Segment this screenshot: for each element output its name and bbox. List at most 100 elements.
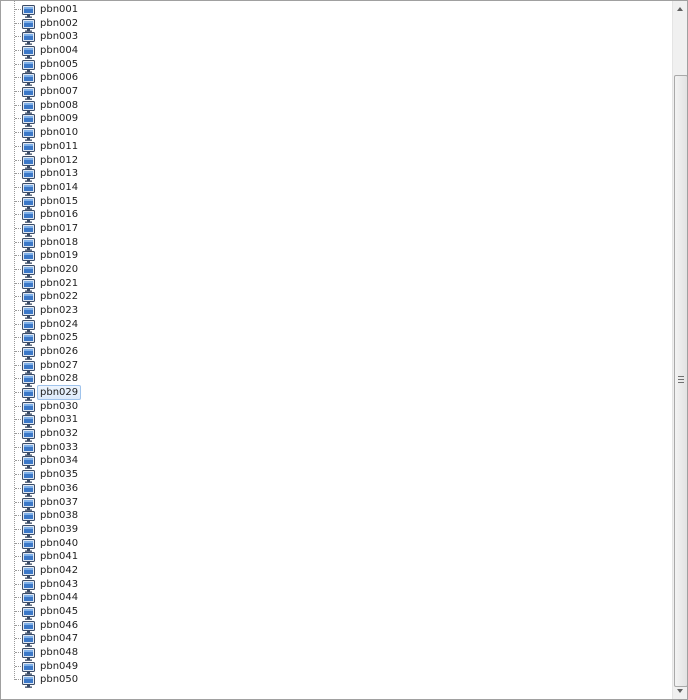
tree-item[interactable]: pbn030 xyxy=(1,400,601,415)
tree-item[interactable]: pbn032 xyxy=(1,426,601,442)
tree-item-label[interactable]: pbn007 xyxy=(37,84,81,99)
tree-connector-branch xyxy=(15,173,21,175)
tree-item-label[interactable]: pbn035 xyxy=(37,467,81,482)
tree-item-label[interactable]: pbn013 xyxy=(37,166,81,181)
tree-connector-branch xyxy=(15,474,21,476)
tree-item[interactable]: pbn027 xyxy=(1,359,601,374)
tree-item[interactable]: pbn033 xyxy=(1,441,601,456)
tree-item-label[interactable]: pbn010 xyxy=(37,125,81,140)
tree-connector-branch xyxy=(15,433,21,435)
tree-item[interactable]: pbn018 xyxy=(1,236,601,251)
tree-item[interactable]: pbn044 xyxy=(1,590,601,606)
tree-item[interactable]: pbn028 xyxy=(1,372,601,388)
tree-item[interactable]: pbn035 xyxy=(1,467,601,483)
tree-item[interactable]: pbn006 xyxy=(1,71,601,87)
tree-item[interactable]: pbn007 xyxy=(1,84,601,100)
tree-item[interactable]: pbn012 xyxy=(1,154,601,169)
tree-item-label[interactable]: pbn048 xyxy=(37,645,81,660)
tree-item[interactable]: pbn029 xyxy=(1,385,601,401)
tree-item-label[interactable]: pbn041 xyxy=(37,549,81,564)
tree-item[interactable]: pbn039 xyxy=(1,522,601,538)
tree-item-label[interactable]: pbn029 xyxy=(37,385,82,400)
tree-item-label[interactable]: pbn023 xyxy=(37,303,81,318)
tree-item[interactable]: pbn036 xyxy=(1,481,601,497)
tree-item[interactable]: pbn001 xyxy=(1,2,601,18)
tree-item[interactable]: pbn024 xyxy=(1,318,601,333)
scroll-up-button[interactable] xyxy=(673,1,687,17)
tree-item[interactable]: pbn023 xyxy=(1,303,601,319)
monitor-icon xyxy=(22,17,35,32)
monitor-icon xyxy=(22,578,35,593)
tree-item-label[interactable]: pbn001 xyxy=(37,2,81,17)
tree-item-label[interactable]: pbn026 xyxy=(37,344,81,359)
tree-item[interactable]: pbn026 xyxy=(1,344,601,360)
tree-item[interactable]: pbn005 xyxy=(1,58,601,73)
tree-item[interactable]: pbn016 xyxy=(1,207,601,223)
tree-item[interactable]: pbn038 xyxy=(1,508,601,524)
tree-item[interactable]: pbn043 xyxy=(1,578,601,593)
monitor-icon xyxy=(22,496,35,511)
tree-item[interactable]: pbn003 xyxy=(1,30,601,46)
tree-item[interactable]: pbn042 xyxy=(1,563,601,579)
tree-item[interactable]: pbn046 xyxy=(1,619,601,634)
tree-item-label[interactable]: pbn011 xyxy=(37,139,81,154)
tree-connector-branch xyxy=(15,118,21,120)
monitor-icon xyxy=(22,318,35,333)
tree-item[interactable]: pbn031 xyxy=(1,413,601,429)
tree-item[interactable]: pbn041 xyxy=(1,549,601,565)
tree-item-label[interactable]: pbn038 xyxy=(37,508,81,523)
monitor-icon xyxy=(22,345,35,360)
tree-item-label[interactable]: pbn045 xyxy=(37,604,81,619)
tree-item-label[interactable]: pbn042 xyxy=(37,563,81,578)
tree-connector-branch xyxy=(15,91,21,93)
tree-item[interactable]: pbn021 xyxy=(1,277,601,292)
tree-item[interactable]: pbn009 xyxy=(1,112,601,128)
tree-item[interactable]: pbn047 xyxy=(1,632,601,648)
tree-connector-branch xyxy=(15,542,21,544)
tree-item-label[interactable]: pbn019 xyxy=(37,248,81,263)
tree-item[interactable]: pbn048 xyxy=(1,645,601,661)
tree-item[interactable]: pbn045 xyxy=(1,604,601,620)
tree-item-label[interactable]: pbn039 xyxy=(37,522,81,537)
tree-item-label[interactable]: pbn036 xyxy=(37,481,81,496)
tree-item-label[interactable]: pbn044 xyxy=(37,590,81,605)
tree-item[interactable]: pbn004 xyxy=(1,43,601,59)
tree-item[interactable]: pbn015 xyxy=(1,195,601,210)
monitor-icon xyxy=(22,331,35,347)
tree-item[interactable]: pbn020 xyxy=(1,262,601,278)
tree-item-label[interactable]: pbn004 xyxy=(37,43,81,58)
tree-item[interactable]: pbn013 xyxy=(1,166,601,182)
tree-connector-branch xyxy=(15,638,21,640)
tree-item-label[interactable]: pbn050 xyxy=(37,672,81,687)
tree-item-label[interactable]: pbn014 xyxy=(37,180,81,195)
tree-item[interactable]: pbn002 xyxy=(1,17,601,32)
tree-connector-branch xyxy=(15,392,21,393)
tree-item-label[interactable]: pbn032 xyxy=(37,426,81,441)
tree-item[interactable]: pbn014 xyxy=(1,180,601,196)
monitor-icon xyxy=(22,290,35,306)
tree-item[interactable]: pbn034 xyxy=(1,454,601,470)
monitor-icon xyxy=(22,30,35,46)
vertical-scrollbar[interactable] xyxy=(672,1,687,699)
tree-connector-branch xyxy=(15,364,21,366)
tree-item[interactable]: pbn008 xyxy=(1,99,601,114)
monitor-icon xyxy=(22,222,35,237)
tree-item-label[interactable]: pbn016 xyxy=(37,207,81,222)
tree-item[interactable]: pbn011 xyxy=(1,139,601,155)
tree-item-label[interactable]: pbn017 xyxy=(37,221,81,236)
tree-item[interactable]: pbn040 xyxy=(1,537,601,552)
scrollbar-thumb[interactable] xyxy=(674,75,687,687)
scroll-down-button[interactable] xyxy=(673,683,687,699)
tree-item[interactable]: pbn050 xyxy=(1,672,601,689)
tree-item[interactable]: pbn010 xyxy=(1,125,601,141)
tree-connector-branch xyxy=(15,583,21,585)
tree-item-label[interactable]: pbn020 xyxy=(37,262,81,277)
tree-item[interactable]: pbn037 xyxy=(1,496,601,511)
tree-item[interactable]: pbn019 xyxy=(1,248,601,264)
tree-item[interactable]: pbn049 xyxy=(1,660,601,675)
tree-connector-branch xyxy=(15,77,21,79)
tree-item[interactable]: pbn022 xyxy=(1,290,601,306)
monitor-icon xyxy=(22,372,35,388)
tree-item[interactable]: pbn017 xyxy=(1,221,601,237)
tree-item[interactable]: pbn025 xyxy=(1,331,601,347)
